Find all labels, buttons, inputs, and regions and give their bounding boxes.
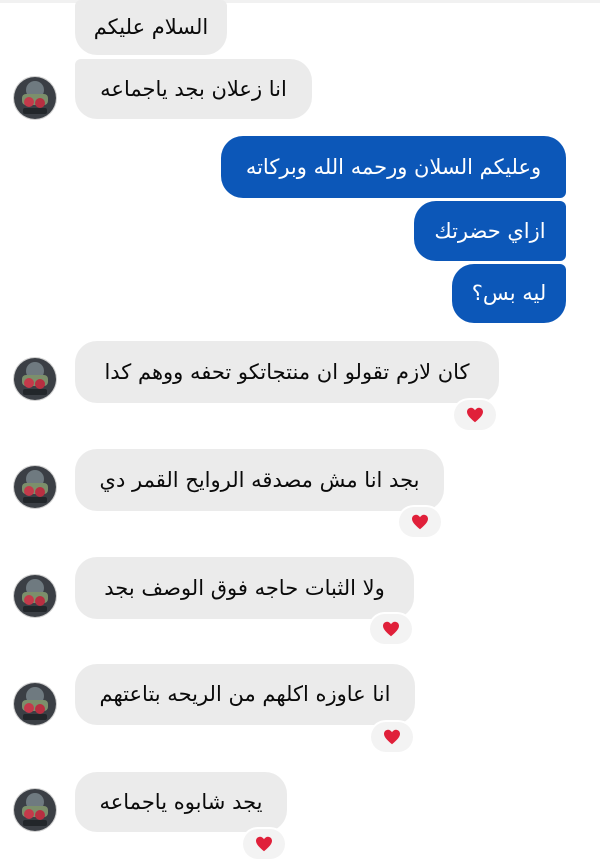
heart-icon (384, 729, 400, 745)
sender-avatar[interactable] (14, 77, 56, 119)
message-bubble-outgoing[interactable]: ازاي حضرتك (414, 201, 566, 261)
message-text: انا عاوزه اكلهم من الريحه بتاعتهم (99, 682, 391, 706)
message-bubble-incoming[interactable]: انا عاوزه اكلهم من الريحه بتاعتهم (75, 664, 415, 725)
heart-icon (412, 514, 428, 530)
message-bubble-outgoing[interactable]: ليه بس؟ (452, 264, 566, 323)
message-text: ليه بس؟ (471, 281, 547, 305)
message-bubble-outgoing[interactable]: وعليكم السلان ورحمه الله وبركاته (221, 136, 566, 198)
chat-thread[interactable]: السلام عليكم انا زعلان بجد ياجماعه وعليك… (0, 0, 600, 861)
message-text: ازاي حضرتك (434, 218, 546, 243)
message-bubble-incoming[interactable]: ولا الثبات حاجه فوق الوصف بجد (75, 557, 414, 619)
heart-reaction[interactable] (243, 829, 285, 859)
heart-reaction[interactable] (399, 507, 441, 537)
message-text: كان لازم تقولو ان منتجاتكو تحفه ووهم كدا (104, 359, 470, 384)
heart-icon (467, 407, 483, 423)
sender-avatar[interactable] (14, 358, 56, 400)
message-bubble-incoming[interactable]: انا زعلان بجد ياجماعه (75, 59, 312, 119)
heart-reaction[interactable] (370, 614, 412, 644)
message-text: انا زعلان بجد ياجماعه (100, 76, 287, 101)
heart-icon (256, 836, 272, 852)
heart-reaction[interactable] (454, 400, 496, 430)
heart-icon (383, 621, 399, 637)
message-text: وعليكم السلان ورحمه الله وبركاته (245, 154, 542, 179)
message-text: يجد شابوه ياجماعه (99, 789, 263, 814)
message-text: ولا الثبات حاجه فوق الوصف بجد (104, 575, 385, 600)
sender-avatar[interactable] (14, 683, 56, 725)
message-bubble-incoming[interactable]: كان لازم تقولو ان منتجاتكو تحفه ووهم كدا (75, 341, 499, 403)
message-text: بجد انا مش مصدقه الروايح القمر دي (99, 467, 420, 492)
sender-avatar[interactable] (14, 466, 56, 508)
sender-avatar[interactable] (14, 789, 56, 831)
heart-reaction[interactable] (371, 722, 413, 752)
message-text: السلام عليكم (93, 15, 209, 39)
message-bubble-incoming[interactable]: يجد شابوه ياجماعه (75, 772, 287, 832)
message-bubble-incoming[interactable]: بجد انا مش مصدقه الروايح القمر دي (75, 449, 444, 511)
sender-avatar[interactable] (14, 575, 56, 617)
message-bubble-incoming[interactable]: السلام عليكم (75, 0, 227, 55)
